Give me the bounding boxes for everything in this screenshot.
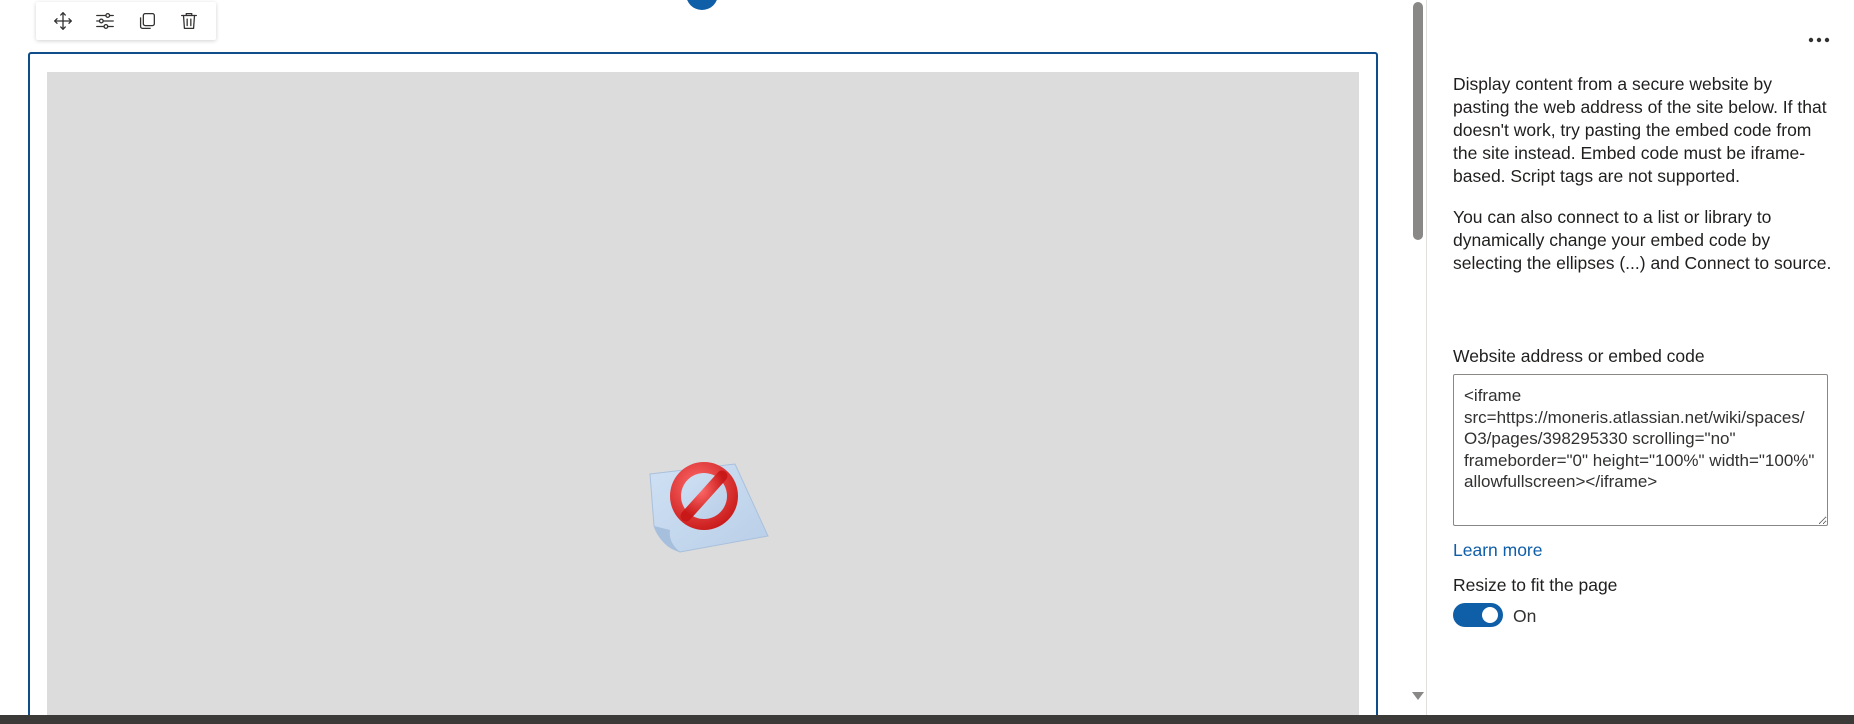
resize-toggle-state: On — [1513, 606, 1537, 626]
embed-code-label: Website address or embed code — [1453, 346, 1705, 366]
property-pane: Display content from a secure website by… — [1427, 0, 1854, 715]
duplicate-button[interactable] — [131, 5, 163, 37]
embed-preview-area — [47, 72, 1359, 724]
bottom-edge-bar — [0, 715, 1854, 724]
more-options-icon — [1808, 37, 1830, 43]
settings-icon — [96, 13, 114, 29]
resize-toggle[interactable] — [1453, 603, 1503, 627]
embed-code-textarea[interactable]: <iframe src=https://moneris.atlassian.ne… — [1453, 374, 1828, 526]
more-options-button[interactable] — [1802, 28, 1836, 52]
delete-button[interactable] — [173, 5, 205, 37]
move-icon — [54, 12, 72, 30]
scroll-down-arrow-icon[interactable] — [1412, 692, 1424, 700]
delete-icon — [181, 13, 197, 29]
edit-properties-button[interactable] — [89, 5, 121, 37]
blocked-content-icon — [649, 462, 769, 553]
scrollbar-thumb[interactable] — [1413, 2, 1423, 240]
learn-more-link[interactable]: Learn more — [1453, 540, 1543, 561]
pane-description-connect: You can also connect to a list or librar… — [1453, 207, 1832, 273]
duplicate-icon — [139, 13, 155, 29]
webpart-toolbar — [36, 2, 216, 40]
add-section-button[interactable] — [686, 0, 718, 10]
canvas-scrollbar[interactable] — [1410, 0, 1426, 715]
pane-description: Display content from a secure website by… — [1453, 74, 1827, 186]
resize-toggle-label: Resize to fit the page — [1453, 575, 1618, 595]
toggle-knob — [1482, 607, 1498, 623]
move-button[interactable] — [47, 5, 79, 37]
sharepoint-edit-page: Display content from a secure website by… — [0, 0, 1854, 724]
page-canvas — [0, 0, 1410, 724]
